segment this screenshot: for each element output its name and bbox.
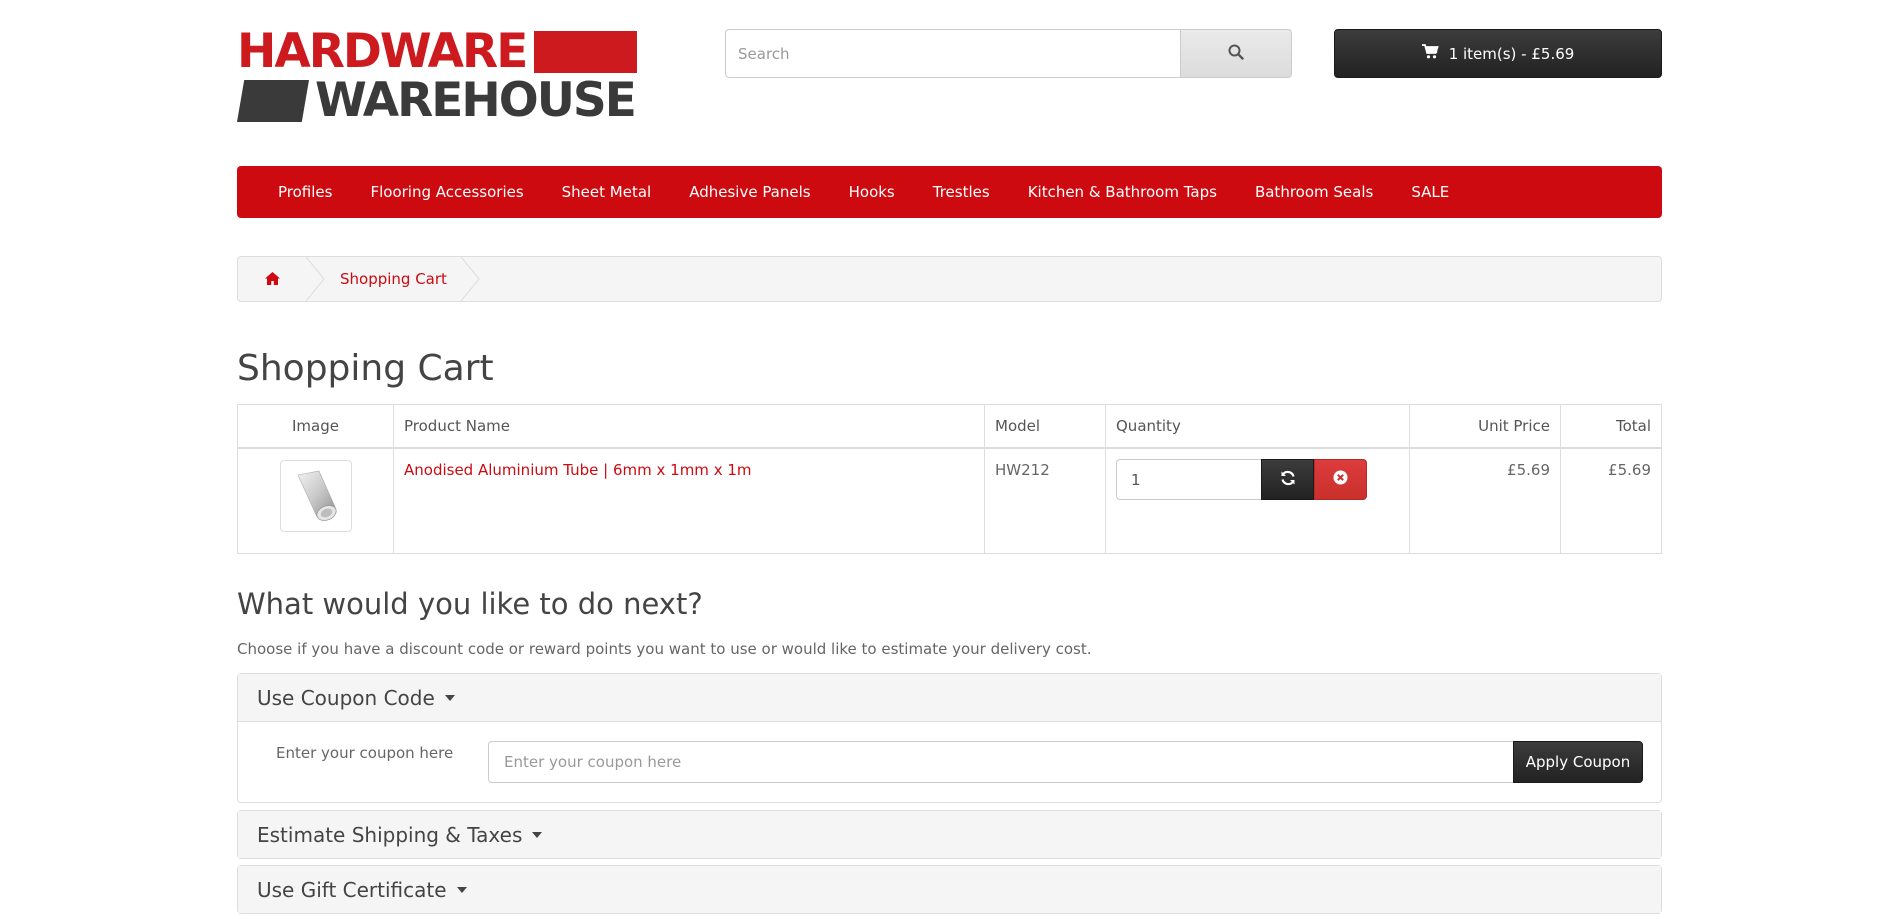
menu-item-bathroom-seals[interactable]: Bathroom Seals [1236, 183, 1392, 201]
coupon-input[interactable] [488, 741, 1513, 783]
table-row: Anodised Aluminium Tube | 6mm x 1mm x 1m… [237, 447, 1662, 554]
gift-panel-toggle[interactable]: Use Gift Certificate [238, 866, 1661, 913]
coupon-panel-toggle[interactable]: Use Coupon Code [238, 674, 1661, 721]
site-logo[interactable]: HARDWARE WAREHOUSE [237, 24, 687, 129]
product-name-link[interactable]: Anodised Aluminium Tube | 6mm x 1mm x 1m [404, 461, 752, 479]
coupon-label: Enter your coupon here [276, 744, 454, 762]
caret-down-icon [532, 831, 543, 838]
header-unit-price: Unit Price [1409, 404, 1561, 449]
shipping-panel-heading: Estimate Shipping & Taxes [257, 822, 523, 847]
cart-icon [1421, 44, 1439, 63]
breadcrumb-separator [306, 257, 325, 301]
menu-item-sheet-metal[interactable]: Sheet Metal [543, 183, 671, 201]
quantity-input[interactable] [1116, 459, 1261, 500]
caret-down-icon [444, 694, 455, 701]
search-icon [1228, 44, 1244, 63]
breadcrumb-current[interactable]: Shopping Cart [326, 257, 461, 301]
coupon-panel: Use Coupon Code Enter your coupon here A… [237, 673, 1662, 803]
logo-red-block [534, 31, 638, 73]
coupon-panel-body: Enter your coupon here Apply Coupon [238, 721, 1661, 802]
menu-item-flooring-accessories[interactable]: Flooring Accessories [351, 183, 542, 201]
apply-coupon-button[interactable]: Apply Coupon [1513, 741, 1643, 783]
tube-image [297, 470, 337, 521]
search-group [725, 29, 1292, 78]
search-input[interactable] [725, 29, 1180, 78]
total-cell: £5.69 [1560, 447, 1662, 554]
shipping-panel: Estimate Shipping & Taxes [237, 810, 1662, 859]
header-model: Model [984, 404, 1106, 449]
search-button[interactable] [1180, 29, 1292, 78]
next-steps-description: Choose if you have a discount code or re… [237, 640, 1092, 658]
logo-text-warehouse: WAREHOUSE [315, 73, 637, 128]
shipping-panel-toggle[interactable]: Estimate Shipping & Taxes [238, 811, 1661, 858]
cart-table: Image Product Name Model Quantity Unit P… [237, 404, 1662, 554]
table-header-row: Image Product Name Model Quantity Unit P… [237, 404, 1662, 449]
quantity-group [1116, 459, 1399, 500]
update-quantity-button[interactable] [1261, 459, 1314, 500]
main-menu: Profiles Flooring Accessories Sheet Meta… [237, 166, 1662, 218]
quantity-cell [1105, 447, 1410, 554]
next-steps-title: What would you like to do next? [237, 587, 703, 621]
breadcrumb-home[interactable] [238, 257, 306, 301]
header-quantity: Quantity [1105, 404, 1410, 449]
header-image: Image [237, 404, 394, 449]
cart-button[interactable]: 1 item(s) - £5.69 [1334, 29, 1662, 78]
unit-price-cell: £5.69 [1409, 447, 1561, 554]
menu-item-sale[interactable]: SALE [1392, 183, 1468, 201]
product-thumbnail[interactable] [279, 460, 352, 532]
remove-icon [1333, 470, 1348, 489]
header-product-name: Product Name [393, 404, 985, 449]
caret-down-icon [456, 886, 467, 893]
breadcrumb-label: Shopping Cart [340, 270, 447, 288]
page-title: Shopping Cart [237, 348, 494, 389]
menu-item-trestles[interactable]: Trestles [914, 183, 1009, 201]
menu-item-kitchen-bathroom-taps[interactable]: Kitchen & Bathroom Taps [1009, 183, 1236, 201]
remove-item-button[interactable] [1314, 459, 1367, 500]
header-total: Total [1560, 404, 1662, 449]
gift-panel-heading: Use Gift Certificate [257, 877, 447, 902]
cart-summary: 1 item(s) - £5.69 [1448, 44, 1575, 63]
home-icon [264, 270, 280, 289]
menu-item-profiles[interactable]: Profiles [259, 183, 351, 201]
breadcrumb: Shopping Cart [237, 256, 1662, 302]
menu-item-adhesive-panels[interactable]: Adhesive Panels [670, 183, 829, 201]
logo-text-hardware: HARDWARE [237, 24, 528, 79]
model-cell: HW212 [984, 447, 1106, 554]
coupon-panel-heading: Use Coupon Code [257, 685, 435, 710]
product-image-cell [237, 447, 394, 554]
refresh-icon [1280, 470, 1296, 490]
product-name-cell: Anodised Aluminium Tube | 6mm x 1mm x 1m [393, 447, 985, 554]
menu-item-hooks[interactable]: Hooks [830, 183, 914, 201]
logo-dark-block [237, 80, 309, 122]
gift-certificate-panel: Use Gift Certificate [237, 865, 1662, 914]
breadcrumb-separator [460, 257, 480, 301]
